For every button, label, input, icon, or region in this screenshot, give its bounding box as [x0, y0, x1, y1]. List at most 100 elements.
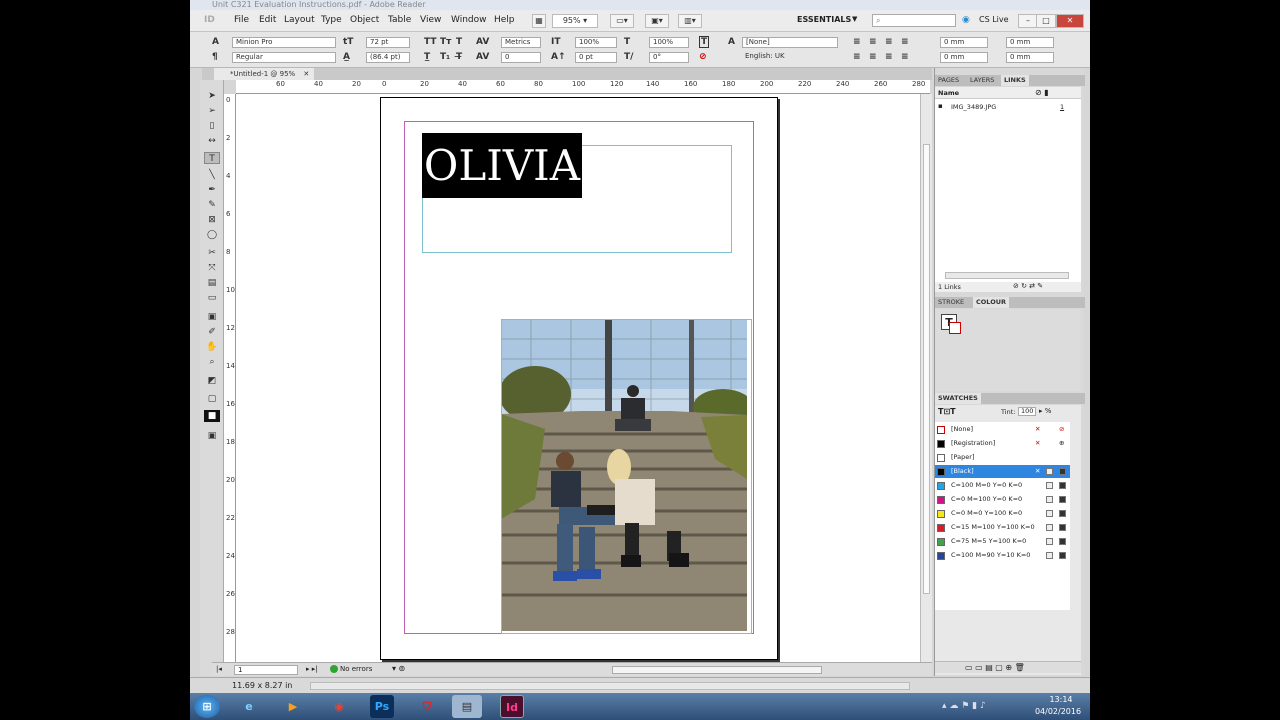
zoom-tool-icon[interactable]: ⌕: [204, 356, 220, 368]
arrange-documents-icon[interactable]: ▥▾: [678, 14, 702, 28]
cs-live-button[interactable]: CS Live: [979, 15, 1009, 24]
media-player-icon[interactable]: ▶: [278, 695, 308, 718]
horizontal-scroll-thumb[interactable]: [612, 666, 822, 674]
swatch-footer-icons[interactable]: ▭ ▭ ▤ ▢ ⊕ 🗑: [965, 663, 1025, 672]
left-indent-field[interactable]: 0 mm: [940, 37, 988, 48]
pasteboard[interactable]: OLIVIA: [236, 94, 920, 662]
baseline-shift-field[interactable]: 0 pt: [575, 52, 617, 63]
apply-color-icon[interactable]: ■: [204, 410, 220, 422]
page-column-icon[interactable]: ⊘ ▮: [1035, 88, 1049, 97]
close-button[interactable]: ✕: [1056, 14, 1084, 28]
screen-mode-icon[interactable]: ▣▾: [645, 14, 669, 28]
preflight-status-text[interactable]: No errors: [340, 665, 372, 673]
align-left-icon[interactable]: ≡: [853, 37, 861, 47]
subscript-icon[interactable]: T₁: [440, 52, 450, 62]
gradient-swatch-tool-icon[interactable]: ▤: [204, 277, 220, 289]
chrome-icon[interactable]: ◉: [324, 695, 354, 718]
minimize-button[interactable]: –: [1018, 14, 1038, 28]
line-tool-icon[interactable]: ╲: [204, 169, 220, 181]
font-style-select[interactable]: Regular: [232, 52, 336, 63]
hand-tool-icon[interactable]: ✋: [204, 341, 220, 353]
align-towards-spine-icon[interactable]: ≡: [901, 37, 909, 47]
document-tab[interactable]: *Untitled-1 @ 95% ✕: [214, 68, 314, 80]
menu-help[interactable]: Help: [494, 15, 515, 25]
maximize-button[interactable]: □: [1036, 14, 1056, 28]
bottom-scrollbar[interactable]: [310, 682, 910, 690]
preflight-menu-icon[interactable]: ▾ ⊚: [392, 664, 405, 673]
file-explorer-icon[interactable]: ▤: [452, 695, 482, 718]
text-stroke-icon[interactable]: [949, 322, 961, 334]
first-line-indent-field[interactable]: 0 mm: [940, 52, 988, 63]
kerning-field[interactable]: Metrics: [501, 37, 541, 48]
eyedropper-tool-icon[interactable]: ✐: [204, 326, 220, 338]
align-center-icon[interactable]: ≡: [869, 37, 877, 47]
font-family-select[interactable]: Minion Pro: [232, 37, 336, 48]
font-size-field[interactable]: 72 pt: [366, 37, 410, 48]
justify-left-icon[interactable]: ≡: [853, 52, 861, 62]
menu-object[interactable]: Object: [350, 15, 379, 25]
swatch-green[interactable]: C=75 M=5 Y=100 K=0: [935, 535, 1070, 548]
tab-pages[interactable]: PAGES: [935, 75, 962, 86]
page-tool-icon[interactable]: ▯: [204, 120, 220, 132]
horizontal-scale-field[interactable]: 100%: [649, 37, 689, 48]
menu-view[interactable]: View: [420, 15, 441, 25]
underline-icon[interactable]: T̲: [424, 52, 430, 62]
workspace-chevron-icon[interactable]: ▼: [852, 15, 857, 23]
character-formatting-icon[interactable]: A: [212, 37, 219, 47]
tracking-field[interactable]: 0: [501, 52, 541, 63]
tab-colour[interactable]: COLOUR: [973, 297, 1010, 308]
page-number-field[interactable]: 1: [234, 665, 298, 675]
menu-layout[interactable]: Layout: [284, 15, 315, 25]
type-tool-icon[interactable]: T: [204, 152, 220, 164]
direct-selection-tool-icon[interactable]: ➢: [204, 105, 220, 117]
justify-all-icon[interactable]: ≡: [901, 52, 909, 62]
tint-field[interactable]: 100: [1018, 407, 1036, 416]
help-search-input[interactable]: ⌕: [872, 14, 956, 27]
align-right-icon[interactable]: ≡: [885, 37, 893, 47]
gap-tool-icon[interactable]: ↔: [204, 135, 220, 147]
next-page-button[interactable]: ▸ ▸|: [306, 665, 318, 673]
pen-tool-icon[interactable]: ✒: [204, 184, 220, 196]
note-tool-icon[interactable]: ▣: [204, 311, 220, 323]
tab-layers[interactable]: LAYERS: [967, 75, 997, 86]
scissors-tool-icon[interactable]: ✂: [204, 247, 220, 259]
links-scrollbar[interactable]: [945, 272, 1069, 279]
tab-swatches[interactable]: SWATCHES: [935, 393, 981, 404]
swatch-cyan[interactable]: C=100 M=0 Y=0 K=0: [935, 479, 1070, 492]
swatch-black[interactable]: [Black] ✕: [935, 465, 1070, 478]
free-transform-tool-icon[interactable]: ⤧: [204, 262, 220, 274]
swatch-magenta[interactable]: C=0 M=100 Y=0 K=0: [935, 493, 1070, 506]
relink-icons[interactable]: ⊘ ↻ ⇄ ✎: [1013, 282, 1043, 290]
bridge-icon[interactable]: ▦: [532, 14, 546, 28]
indesign-icon[interactable]: Id: [500, 695, 524, 718]
formatting-affects-text-icon[interactable]: ▢: [204, 393, 220, 405]
superscript-icon[interactable]: T: [456, 37, 462, 47]
menu-edit[interactable]: Edit: [259, 15, 276, 25]
menu-type[interactable]: Type: [321, 15, 342, 25]
right-indent-field[interactable]: 0 mm: [1006, 37, 1054, 48]
paragraph-formatting-icon[interactable]: ¶: [212, 52, 218, 62]
strikethrough-icon[interactable]: T̶: [456, 52, 462, 62]
link-page[interactable]: 1: [1060, 103, 1064, 111]
tab-stroke[interactable]: STROKE: [935, 297, 967, 308]
swatch-yellow[interactable]: C=0 M=0 Y=100 K=0: [935, 507, 1070, 520]
clock-date[interactable]: 04/02/2016: [1030, 707, 1086, 716]
justify-center-icon[interactable]: ≡: [869, 52, 877, 62]
image-frame[interactable]: [501, 319, 752, 634]
menu-file[interactable]: File: [234, 15, 249, 25]
swatch-paper[interactable]: [Paper]: [935, 451, 1070, 464]
language-select[interactable]: English: UK: [742, 52, 838, 63]
vertical-scrollbar[interactable]: [920, 94, 932, 662]
workspace-switcher[interactable]: ESSENTIALS: [797, 15, 851, 24]
close-tab-icon[interactable]: ✕: [303, 70, 309, 78]
fill-text-icon[interactable]: T: [699, 36, 710, 48]
fill-stroke-swatch-icon[interactable]: ◩: [204, 375, 220, 387]
acrobat-reader-icon[interactable]: ⛉: [412, 695, 442, 718]
justify-right-icon[interactable]: ≡: [885, 52, 893, 62]
vertical-scale-field[interactable]: 100%: [575, 37, 617, 48]
swatch-red[interactable]: C=15 M=100 Y=100 K=0: [935, 521, 1070, 534]
swatch-none[interactable]: [None] ✕ ⊘: [935, 423, 1070, 436]
link-row[interactable]: ▪ IMG_3489.JPG 1: [935, 101, 1070, 113]
system-tray-icons[interactable]: ▴ ☁ ⚑ ▮ ♪: [942, 701, 986, 711]
swatch-fill-icon[interactable]: T⊡T: [938, 407, 956, 416]
